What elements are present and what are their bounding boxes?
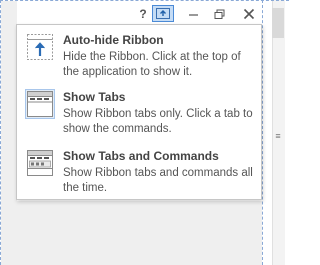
restore-icon [214, 9, 224, 19]
menu-item-show-tabs[interactable]: Show Tabs Show Ribbon tabs only. Click a… [21, 85, 259, 137]
split-handle-icon[interactable]: ≡ [273, 131, 283, 141]
close-button[interactable] [237, 5, 261, 23]
menu-item-title: Show Tabs [63, 90, 126, 104]
show-tabs-icon [25, 89, 55, 119]
menu-item-title: Show Tabs and Commands [63, 149, 219, 163]
auto-hide-ribbon-icon [25, 32, 55, 62]
menu-item-description: Show Ribbon tabs only. Click a tab to sh… [63, 108, 253, 135]
ribbon-display-options-button[interactable] [152, 5, 174, 22]
document-margin-left [1, 1, 17, 265]
restore-button[interactable] [207, 5, 231, 23]
menu-item-auto-hide-ribbon[interactable]: Auto-hide Ribbon Hide the Ribbon. Click … [21, 28, 259, 80]
ribbon-display-options-icon [156, 8, 170, 19]
selection-guide-left [0, 0, 1, 265]
scrollbar-thumb[interactable] [272, 8, 284, 38]
minimize-button[interactable] [181, 5, 205, 23]
minimize-icon [188, 13, 198, 16]
close-icon [243, 8, 255, 20]
title-bar: ? [17, 1, 262, 25]
document-background [17, 201, 262, 265]
menu-item-description: Show Ribbon tabs and commands all the ti… [63, 167, 253, 194]
menu-item-description: Hide the Ribbon. Click at the top of the… [63, 51, 241, 78]
menu-item-title: Auto-hide Ribbon [63, 33, 164, 47]
application-window: ≡ ? Auto-hide Ribbon Hide the Ribbon. Cl… [0, 0, 289, 265]
show-tabs-and-commands-icon [25, 148, 55, 178]
ribbon-display-options-menu: Auto-hide Ribbon Hide the Ribbon. Click … [16, 24, 262, 200]
menu-item-show-tabs-and-commands[interactable]: Show Tabs and Commands Show Ribbon tabs … [21, 144, 259, 196]
selection-guide-right [262, 0, 263, 265]
